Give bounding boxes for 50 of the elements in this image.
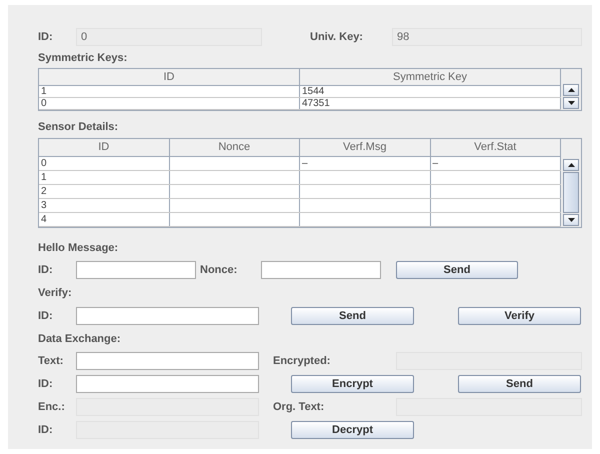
field-label: Enc.:	[38, 400, 66, 415]
table-cell: –	[302, 158, 308, 169]
action-button[interactable]: Encrypt	[291, 375, 414, 393]
input-field[interactable]	[76, 261, 196, 279]
table-cell: 3	[41, 200, 47, 211]
field-label: Encrypted:	[273, 354, 332, 369]
down-arrow-icon	[568, 101, 574, 105]
table-cell: 1	[39, 86, 300, 97]
table-cell: 1	[41, 172, 47, 183]
field-label: ID:	[38, 376, 54, 392]
action-button[interactable]: Send	[396, 261, 518, 279]
down-arrow-icon	[568, 218, 574, 222]
input-field[interactable]	[76, 352, 259, 370]
scroll-up-button[interactable]	[563, 159, 579, 171]
section-title: Data Exchange:	[38, 332, 121, 347]
input-field[interactable]	[76, 375, 259, 393]
scrollbar[interactable]	[561, 69, 581, 110]
section-title: Hello Message:	[38, 240, 118, 256]
table-cell: 4	[41, 214, 47, 225]
column-header[interactable]: ID	[39, 139, 170, 156]
field-label: Nonce:	[199, 262, 238, 278]
table-cell: 0	[41, 158, 47, 169]
field-label: Text:	[38, 354, 64, 369]
field-label: ID:	[38, 308, 54, 324]
scroll-down-button[interactable]	[563, 214, 579, 226]
action-button[interactable]: Decrypt	[291, 421, 414, 439]
field-label: Univ. Key:	[310, 30, 364, 45]
table-cell: –	[432, 158, 438, 169]
section-title: Verify:	[38, 286, 72, 301]
input-field[interactable]	[76, 307, 259, 325]
scroll-up-button[interactable]	[563, 84, 579, 96]
action-button[interactable]: Send	[458, 375, 581, 393]
column-header[interactable]: ID	[39, 69, 300, 85]
input-field[interactable]	[261, 261, 381, 279]
field-label: ID:	[38, 262, 54, 278]
field-label: ID:	[38, 30, 54, 45]
field-label: ID:	[38, 422, 54, 438]
column-header[interactable]: Nonce	[170, 139, 300, 156]
section-title: Sensor Details:	[38, 120, 118, 135]
action-button[interactable]: Send	[291, 307, 414, 325]
up-arrow-icon	[568, 88, 574, 92]
scroll-thumb[interactable]	[563, 172, 579, 213]
section-title: Symmetric Keys:	[38, 50, 128, 66]
up-arrow-icon	[568, 163, 574, 167]
column-header[interactable]: Verf.Msg	[300, 139, 430, 156]
scroll-down-button[interactable]	[563, 97, 579, 109]
field-label: Org. Text:	[273, 400, 326, 415]
action-button[interactable]: Verify	[458, 307, 581, 325]
table-cell: 0	[39, 98, 300, 109]
table-cell: 2	[41, 186, 47, 197]
